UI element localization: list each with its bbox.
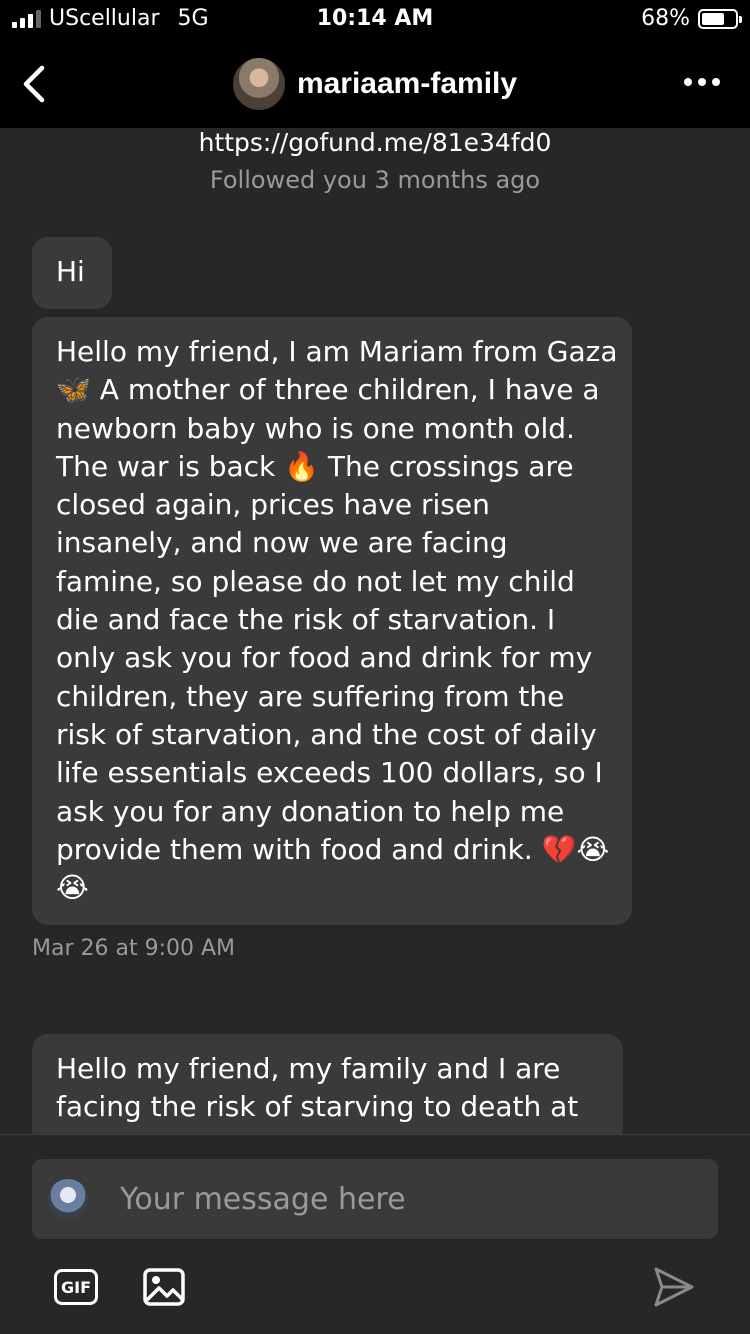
message-list[interactable]: https://gofund.me/81e34fd0 Followed you … xyxy=(0,128,750,1134)
more-horizontal-icon xyxy=(684,78,692,86)
message-bubble: Hi xyxy=(32,237,112,309)
status-bar: UScellular 5G 10:14 AM 68% xyxy=(0,0,750,40)
message-bubble: Hello my friend, I am Mariam from Gaza 🦋… xyxy=(32,317,632,926)
gif-label: GIF xyxy=(60,1277,91,1297)
more-options-button[interactable] xyxy=(684,78,720,86)
status-right: 68% xyxy=(641,6,742,31)
followed-note: Followed you 3 months ago xyxy=(209,166,541,194)
gofundme-link[interactable]: https://gofund.me/81e34fd0 xyxy=(0,128,750,157)
battery-percent: 68% xyxy=(641,6,690,31)
battery-icon xyxy=(698,8,742,29)
conversation-header: mariaam-family xyxy=(0,40,750,128)
composer: GIF xyxy=(0,1134,750,1334)
image-icon xyxy=(143,1268,185,1306)
message-timestamp: Mar 26 at 9:00 AM xyxy=(32,936,236,961)
header-profile[interactable]: mariaam-family xyxy=(0,58,750,110)
conversation-title[interactable]: mariaam-family xyxy=(297,67,517,101)
message-input[interactable] xyxy=(118,1180,682,1218)
sender-avatar xyxy=(48,1179,88,1219)
clock: 10:14 AM xyxy=(316,6,434,31)
send-button[interactable] xyxy=(652,1265,696,1309)
send-icon xyxy=(654,1267,694,1307)
avatar[interactable] xyxy=(232,58,285,110)
gif-button[interactable]: GIF xyxy=(54,1269,98,1305)
message-bubble: Hello my friend, my family and I are fac… xyxy=(32,1034,623,1134)
image-button[interactable] xyxy=(142,1265,186,1309)
message-input-container[interactable] xyxy=(32,1159,718,1239)
